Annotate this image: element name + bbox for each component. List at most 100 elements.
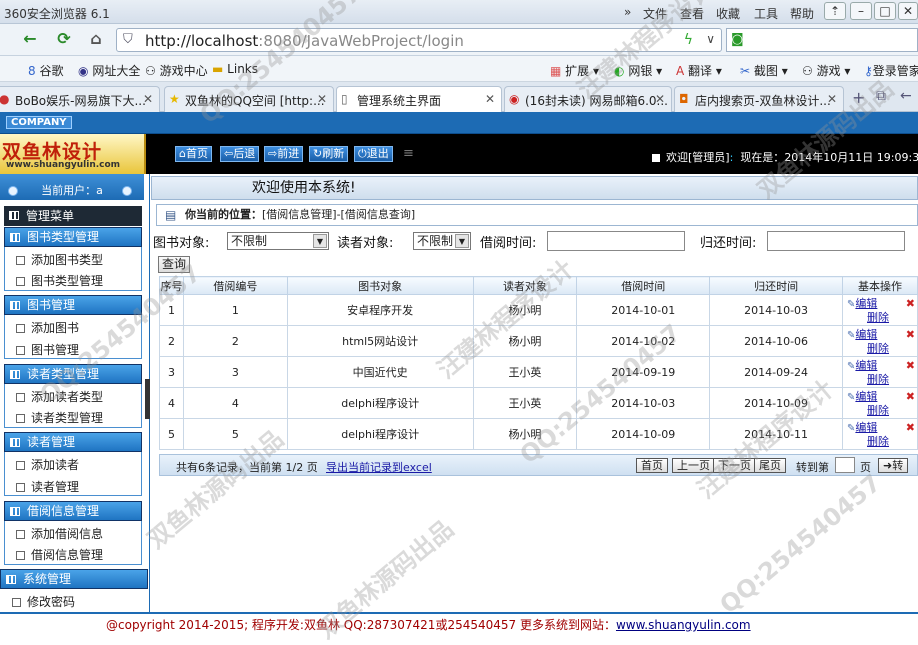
menu-lines-icon[interactable]: ≡ — [403, 146, 414, 161]
reader-filter-select[interactable]: 不限制 ▼ — [413, 232, 471, 250]
sidebar-item-book-manage[interactable]: 图书管理 — [16, 341, 79, 358]
toolbar-screenshot[interactable]: ✂ 截图 ▾ — [740, 62, 788, 79]
sidebar-group-book-type[interactable]: 图书类型管理 — [4, 227, 142, 247]
col-header: 基本操作 — [842, 276, 918, 295]
sidebar-group-book[interactable]: 图书管理 — [4, 295, 142, 315]
tab-close-icon[interactable]: ✕ — [827, 92, 837, 106]
delete-link[interactable]: 删除 — [867, 311, 889, 324]
query-button[interactable]: 查询 — [158, 256, 190, 273]
delete-icon[interactable]: ✖ — [906, 421, 915, 434]
sidebar-item-borrow-manage[interactable]: 借阅信息管理 — [16, 546, 103, 563]
export-excel-link[interactable]: 导出当前记录到excel — [326, 459, 432, 475]
toolbar-login-manager[interactable]: ⚷登录管家 — [864, 62, 918, 79]
toolbar-extensions[interactable]: ▦ 扩展 ▾ — [550, 62, 599, 79]
address-bar[interactable]: ⛉ http://localhost:8080/JavaWebProject/l… — [116, 28, 722, 52]
edit-link[interactable]: 编辑 — [855, 297, 877, 310]
close-icon[interactable]: ✕ — [898, 2, 918, 20]
goto-button[interactable]: ➜转 — [878, 458, 909, 473]
sidebar-item-add-book[interactable]: 添加图书 — [16, 319, 79, 336]
back-icon[interactable]: ← — [18, 28, 42, 52]
tab-admin-main[interactable]: ▯ 管理系统主界面 ✕ — [336, 86, 502, 112]
sidebar-item-add-borrow[interactable]: 添加借阅信息 — [16, 525, 103, 542]
refresh-icon[interactable]: ⟳ — [52, 28, 76, 52]
sidebar-group-borrow[interactable]: 借阅信息管理 — [4, 501, 142, 521]
minimize-icon[interactable]: – — [850, 2, 872, 20]
nav-back-button[interactable]: ⇦后退 — [220, 146, 260, 162]
tab-shop-search[interactable]: ◘ 店内搜索页-双鱼林设计... ✕ — [674, 86, 844, 112]
nav-forward-button[interactable]: ⇨前进 — [264, 146, 304, 162]
delete-link[interactable]: 删除 — [867, 342, 889, 355]
sidebar-item-reader-manage[interactable]: 读者管理 — [16, 478, 79, 495]
delete-icon[interactable]: ✖ — [906, 328, 915, 341]
maximize-icon[interactable]: □ — [874, 2, 896, 20]
group-icon — [10, 301, 20, 310]
browser-menu-collapse-icon[interactable]: » — [624, 5, 631, 19]
tab-close-icon[interactable]: ✕ — [317, 92, 327, 106]
sidebar-item-add-reader[interactable]: 添加读者 — [16, 456, 79, 473]
company-badge: COMPANY — [6, 116, 72, 129]
search-input[interactable]: ◙ — [726, 28, 918, 52]
tab-close-icon[interactable]: ✕ — [655, 92, 665, 106]
return-time-label: 归还时间: — [700, 236, 757, 251]
menu-help[interactable]: 帮助 — [790, 5, 814, 22]
sidebar-group-reader[interactable]: 读者管理 — [4, 432, 142, 452]
tab-close-icon[interactable]: ✕ — [143, 92, 153, 106]
delete-link[interactable]: 删除 — [867, 373, 889, 386]
edit-link[interactable]: 编辑 — [855, 328, 877, 341]
menu-view[interactable]: 查看 — [680, 5, 704, 22]
tab-close-icon[interactable]: ✕ — [485, 92, 495, 106]
edit-link[interactable]: 编辑 — [855, 359, 877, 372]
sidebar-group-system[interactable]: 系统管理 — [0, 569, 148, 589]
toolbar-bank[interactable]: ◐ 网银 ▾ — [614, 62, 662, 79]
next-page-button[interactable]: 下一页 — [713, 458, 756, 473]
delete-link[interactable]: 删除 — [867, 404, 889, 417]
fav-links[interactable]: ▬ Links — [212, 62, 258, 76]
sidebar-item-book-type-manage[interactable]: 图书类型管理 — [16, 272, 103, 289]
delete-icon[interactable]: ✖ — [906, 359, 915, 372]
app-header: 双鱼林设计 www.shuangyulin.com ⌂首页 ⇦后退 ⇨前进 ↻刷… — [0, 134, 918, 174]
sidebar-group-reader-type[interactable]: 读者类型管理 — [4, 364, 142, 384]
tab-163-mail[interactable]: ◉ (16封未读) 网易邮箱6.0... ✕ — [504, 86, 672, 112]
toolbar-translate[interactable]: A 翻译 ▾ — [676, 62, 722, 79]
lightning-icon[interactable]: ϟ — [684, 32, 693, 48]
sidebar-item-add-book-type[interactable]: 添加图书类型 — [16, 251, 103, 268]
sidebar-item-reader-type-manage[interactable]: 读者类型管理 — [16, 409, 103, 426]
first-page-button[interactable]: 首页 — [636, 458, 668, 473]
edit-link[interactable]: 编辑 — [855, 390, 877, 403]
delete-icon[interactable]: ✖ — [906, 297, 915, 310]
footer-url-link[interactable]: www.shuangyulin.com — [616, 618, 751, 632]
delete-icon[interactable]: ✖ — [906, 390, 915, 403]
window-icon: ▤ — [165, 208, 177, 222]
last-page-button[interactable]: 尾页 — [754, 458, 786, 473]
menu-tools[interactable]: 工具 — [754, 5, 778, 22]
goto-page-input[interactable] — [835, 457, 855, 473]
fav-google[interactable]: 8 谷歌 — [28, 62, 63, 79]
book-filter-select[interactable]: 不限制 ▼ — [227, 232, 329, 250]
tab-bobo[interactable]: ● BoBo娱乐-网易旗下大... ✕ — [0, 86, 160, 112]
search-engine-icon[interactable]: ◙ — [731, 32, 744, 47]
back-arrow-icon[interactable]: ← — [900, 88, 912, 104]
reader-filter-label: 读者对象: — [337, 236, 394, 251]
fav-hao123[interactable]: ◉ 网址大全 — [78, 62, 140, 79]
sidebar-collapse-handle[interactable] — [145, 379, 150, 419]
new-tab-icon[interactable]: + — [852, 88, 865, 107]
restore-tab-icon[interactable]: ⧉ — [876, 88, 886, 104]
return-time-input[interactable] — [767, 231, 905, 251]
fav-game-center[interactable]: ⚇ 游戏中心 — [145, 62, 208, 79]
nav-refresh-button[interactable]: ↻刷新 — [309, 146, 349, 162]
skin-icon[interactable]: ⇡ — [824, 2, 846, 20]
nav-logout-button[interactable]: ⏻退出 — [354, 146, 393, 162]
delete-link[interactable]: 删除 — [867, 435, 889, 448]
borrow-time-input[interactable] — [547, 231, 685, 251]
prev-page-button[interactable]: 上一页 — [672, 458, 715, 473]
sidebar-item-change-password[interactable]: 修改密码 — [12, 593, 75, 610]
sidebar-item-add-reader-type[interactable]: 添加读者类型 — [16, 388, 103, 405]
home-icon[interactable]: ⌂ — [84, 28, 108, 52]
toolbar-game[interactable]: ⚇ 游戏 ▾ — [802, 62, 850, 79]
edit-link[interactable]: 编辑 — [855, 421, 877, 434]
menu-favorites[interactable]: 收藏 — [716, 5, 740, 22]
chevron-down-icon[interactable]: ∨ — [706, 32, 715, 46]
nav-home-button[interactable]: ⌂首页 — [175, 146, 212, 162]
menu-file[interactable]: 文件 — [643, 5, 667, 22]
tab-qzone[interactable]: ★ 双鱼林的QQ空间 [http:... ✕ — [164, 86, 334, 112]
